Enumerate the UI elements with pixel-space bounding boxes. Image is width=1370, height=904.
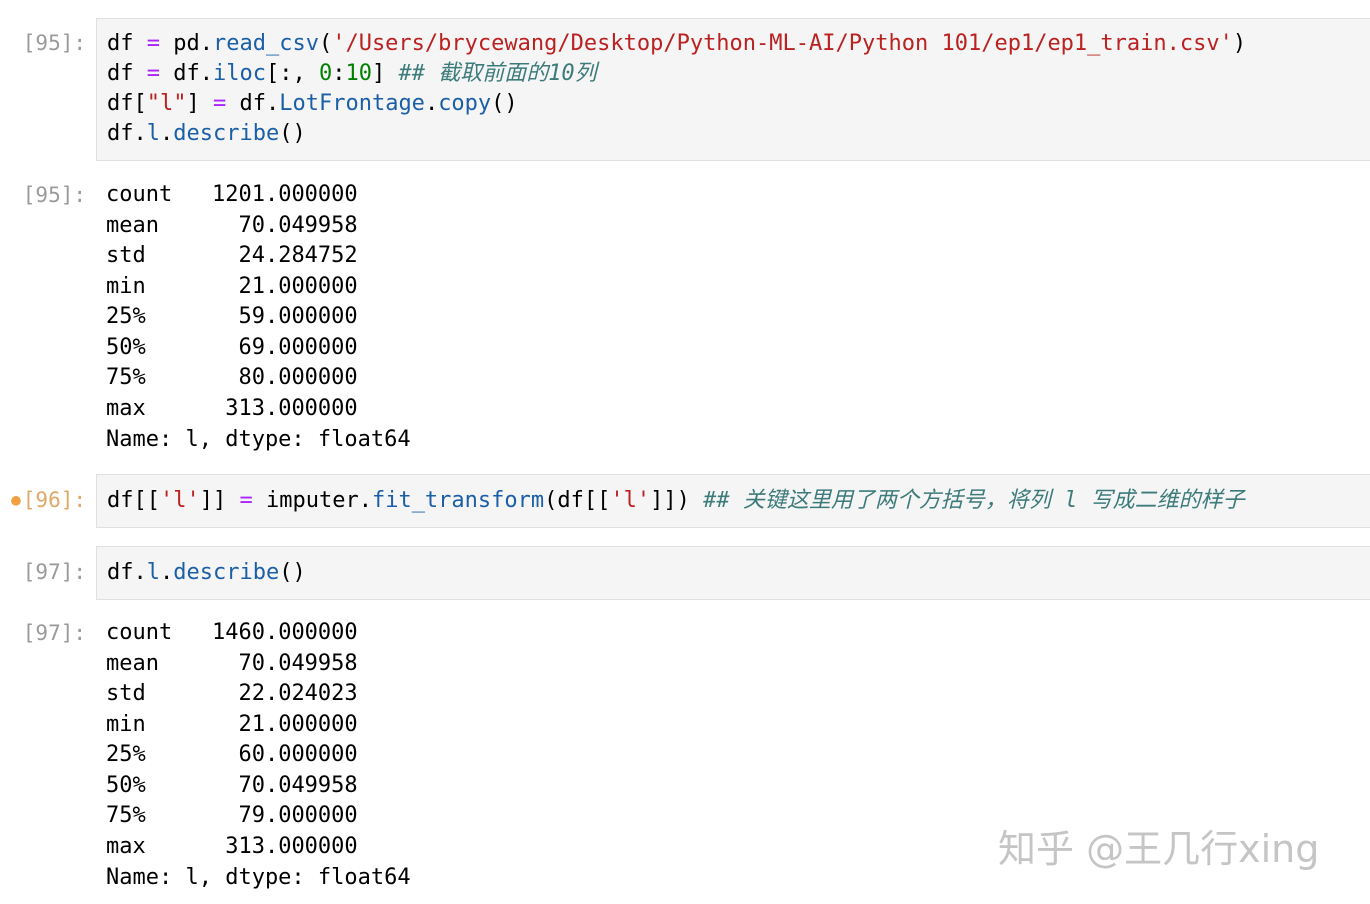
stat-value: 313.000000 — [211, 833, 358, 859]
output-row: min 21.000000 — [106, 272, 358, 302]
stat-label: 75% — [106, 365, 212, 390]
stat-value: 59.000000 — [211, 304, 358, 329]
stat-label: 50% — [106, 772, 212, 798]
stat-value: 79.000000 — [211, 803, 358, 828]
output-row: min 21.000000 — [106, 710, 358, 740]
output-prompt: [97]: — [22, 621, 86, 645]
output-prompt: [95]: — [22, 183, 86, 207]
stat-label: std — [106, 243, 212, 268]
stat-value: 60.000000 — [211, 742, 358, 767]
stat-value: 1460.000000 — [211, 620, 358, 645]
code-line: df = df.iloc[:, 0:10] ## 截取前面的10列 — [107, 61, 597, 86]
code-line: df.l.describe() — [107, 560, 306, 585]
stat-label: 50% — [106, 334, 212, 360]
output-row: max 313.000000 — [106, 394, 358, 424]
stat-value: 1201.000000 — [211, 182, 358, 207]
input-prompt: ●[96]: — [11, 488, 86, 512]
stat-label: min — [106, 711, 212, 737]
stat-label: mean — [106, 212, 212, 238]
output-row: mean 70.049958 — [106, 649, 358, 679]
input-prompt: [95]: — [22, 31, 86, 55]
stat-value: 69.000000 — [211, 334, 358, 360]
stat-value: 22.024023 — [211, 681, 358, 706]
output-row: count 1201.000000 — [106, 180, 358, 210]
code-cell-95[interactable]: [95]: df = pd.read_csv('/Users/brycewang… — [0, 18, 1370, 161]
output-area-95: [95]: count 1201.000000 mean 70.049958 std… — [0, 180, 1370, 460]
code-cell-97[interactable]: [97]: df.l.describe() — [0, 546, 1370, 600]
stat-label: max — [106, 833, 212, 859]
stat-label: 25% — [106, 304, 212, 329]
stat-value: 21.000000 — [211, 711, 358, 737]
output-row: max 313.000000 — [106, 832, 358, 862]
output-row: 75% 80.000000 — [106, 363, 358, 393]
code-editor[interactable]: df.l.describe() — [96, 546, 1370, 600]
code-editor[interactable]: df = pd.read_csv('/Users/brycewang/Deskt… — [96, 18, 1370, 161]
output-row: mean 70.049958 — [106, 211, 358, 241]
stat-value: 24.284752 — [211, 243, 358, 268]
output-row: 75% 79.000000 — [106, 801, 358, 831]
output-row: 50% 70.049958 — [106, 771, 358, 801]
stat-value: 70.049958 — [211, 650, 358, 676]
stat-label: std — [106, 681, 212, 706]
code-line: df["l"] = df.LotFrontage.copy() — [107, 91, 518, 116]
code-cell-96[interactable]: ●[96]: df[['l']] = imputer.fit_transform… — [0, 474, 1370, 528]
output-footer: Name: l, dtype: float64 — [106, 427, 411, 452]
stat-value: 313.000000 — [211, 395, 358, 421]
stat-value: 70.049958 — [211, 772, 358, 798]
stat-label: count — [106, 620, 212, 645]
stat-label: 25% — [106, 742, 212, 767]
output-row: 25% 60.000000 — [106, 740, 358, 770]
output-footer: Name: l, dtype: float64 — [106, 865, 411, 890]
output-row: count 1460.000000 — [106, 618, 358, 648]
stat-value: 80.000000 — [211, 365, 358, 390]
code-editor[interactable]: df[['l']] = imputer.fit_transform(df[['l… — [96, 474, 1370, 528]
code-line: df.l.describe() — [107, 121, 306, 146]
stat-value: 70.049958 — [211, 212, 358, 238]
stat-label: max — [106, 395, 212, 421]
output-row: 50% 69.000000 — [106, 333, 358, 363]
input-prompt: [97]: — [22, 560, 86, 584]
watermark: 知乎 @王几行xing — [998, 827, 1320, 871]
modified-indicator-icon: ● — [11, 490, 21, 509]
code-line: df = pd.read_csv('/Users/brycewang/Deskt… — [107, 31, 1247, 56]
output-row: std 22.024023 — [106, 679, 358, 709]
output-row: std 24.284752 — [106, 241, 358, 271]
stat-label: mean — [106, 650, 212, 676]
stat-label: count — [106, 182, 212, 207]
stat-value: 21.000000 — [211, 273, 358, 299]
stat-label: min — [106, 273, 212, 299]
code-line: df[['l']] = imputer.fit_transform(df[['l… — [107, 488, 1245, 513]
output-row: 25% 59.000000 — [106, 302, 358, 332]
stat-label: 75% — [106, 803, 212, 828]
